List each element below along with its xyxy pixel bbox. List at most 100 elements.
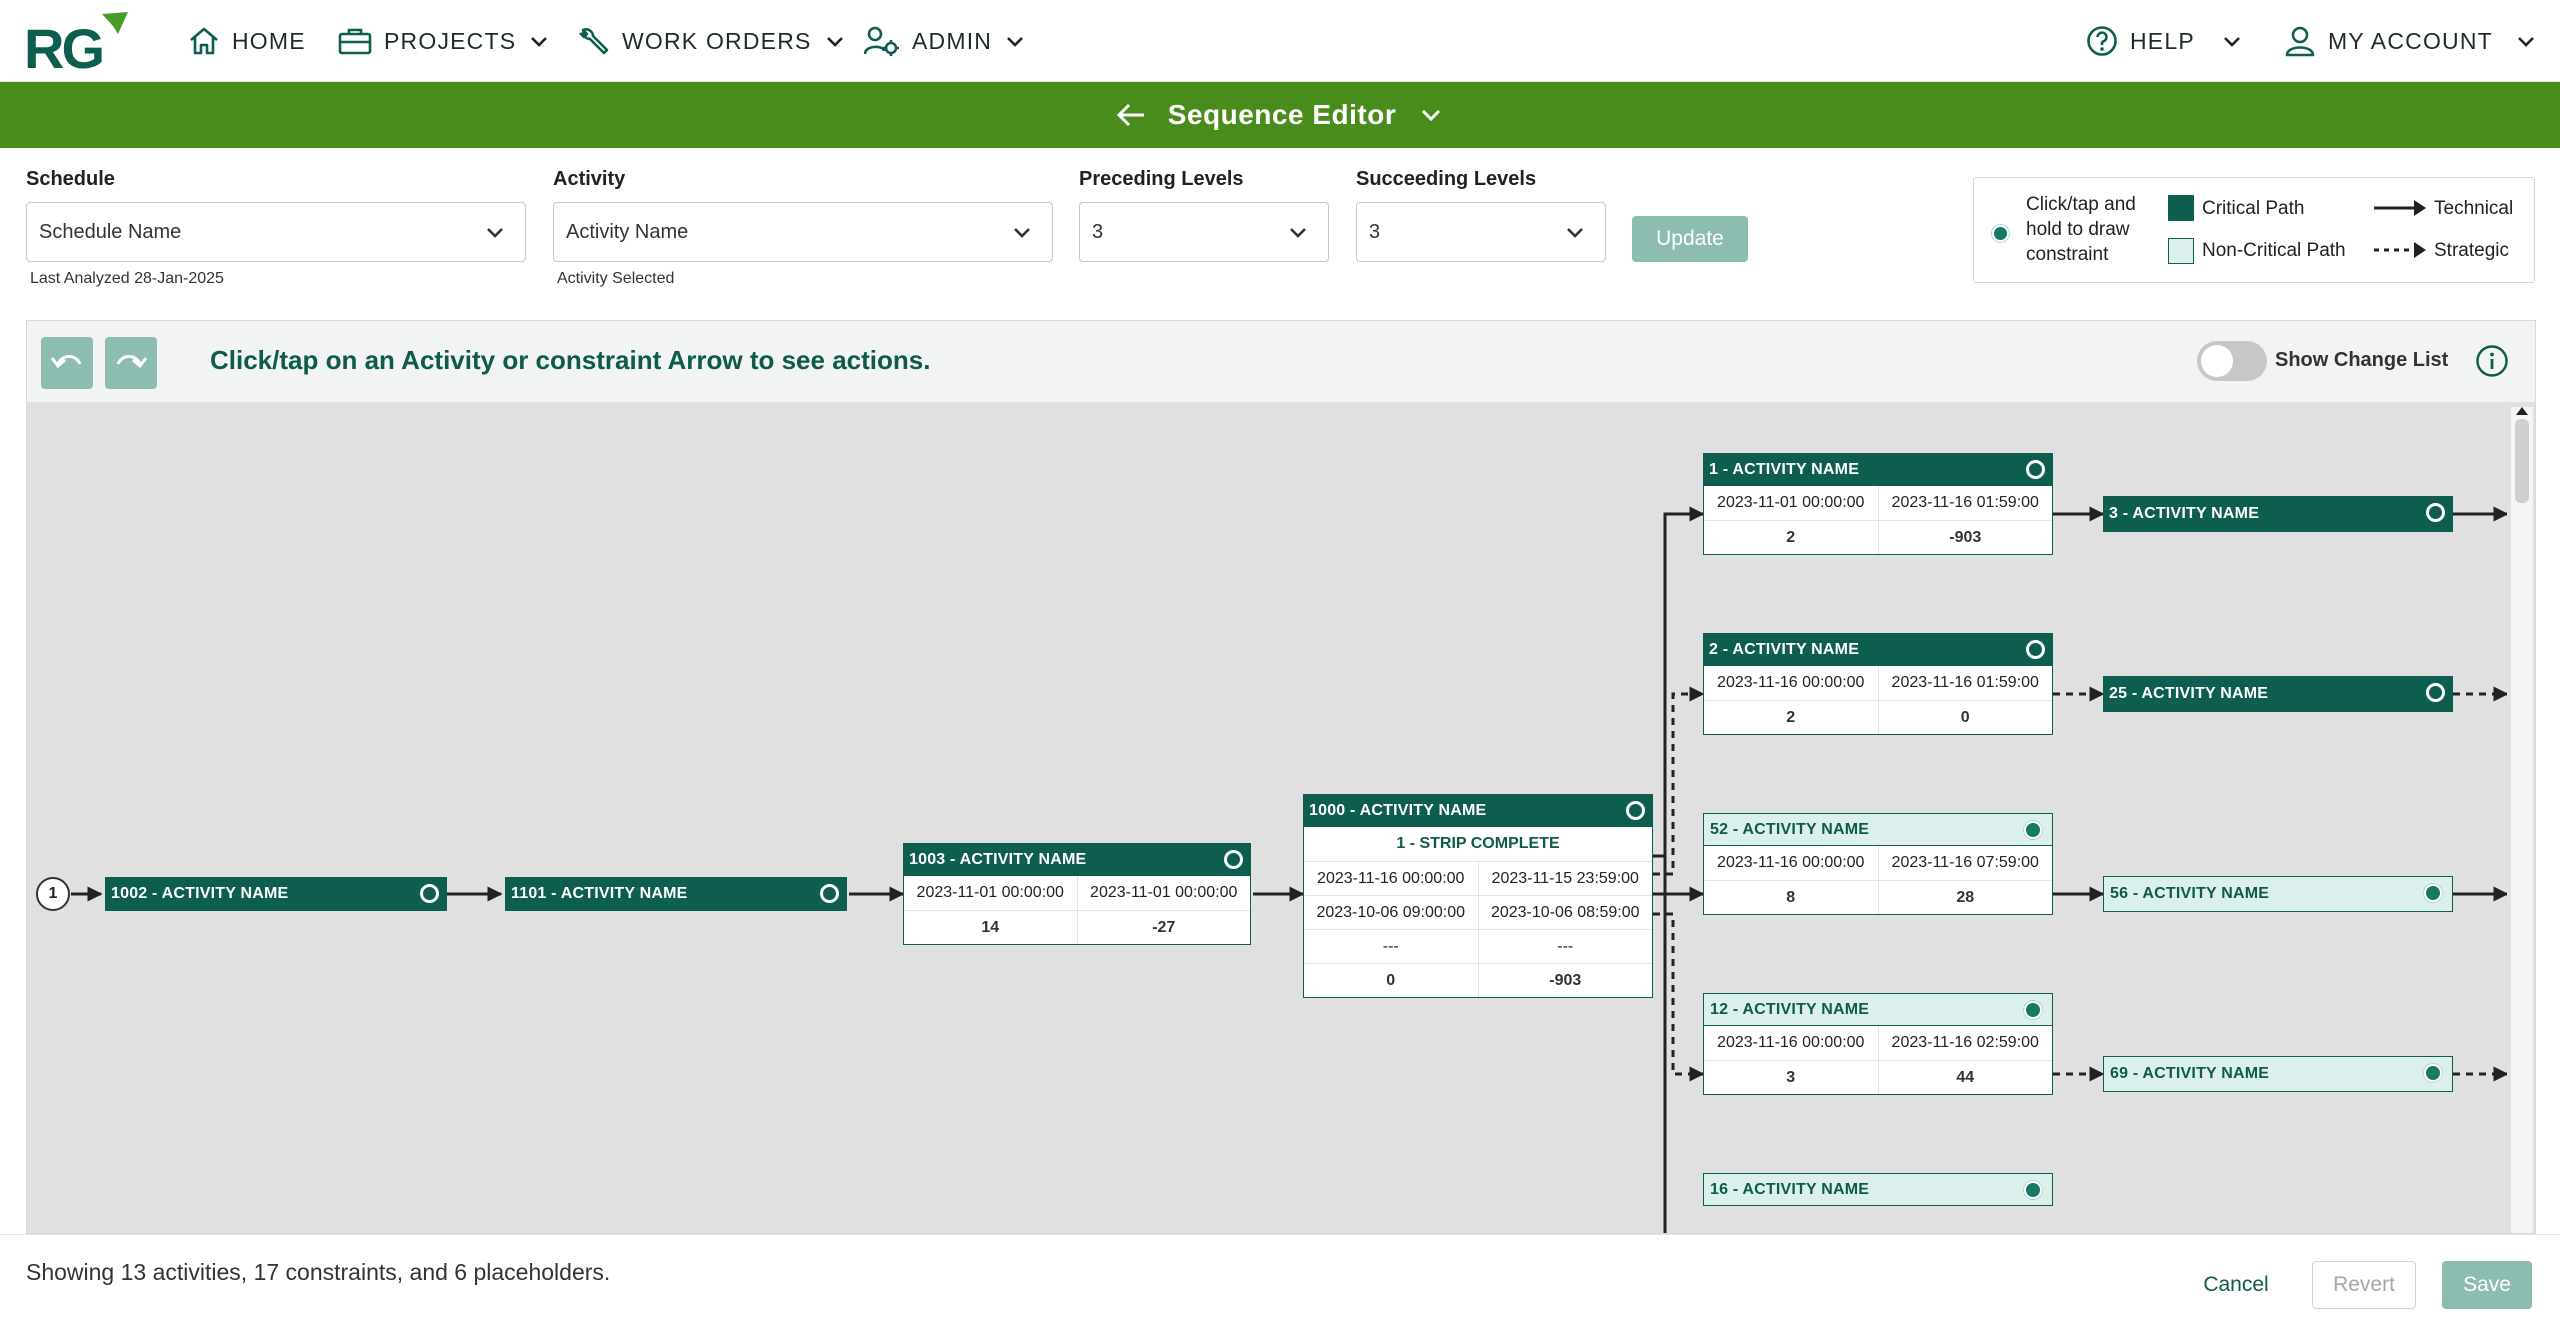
legend: Click/tap and hold to draw constraint Cr… [1973, 177, 2535, 283]
start-node[interactable]: 1 [36, 877, 70, 911]
activity-card[interactable]: 69 - ACTIVITY NAME [2103, 1056, 2453, 1092]
activity-card-header: 12 - ACTIVITY NAME [1703, 993, 2053, 1026]
activity-card[interactable]: 1003 - ACTIVITY NAME 2023-11-01 00:00:00… [903, 843, 1251, 945]
activity-card[interactable]: 25 - ACTIVITY NAME [2103, 676, 2453, 712]
draw-constraint-dot-icon [1994, 227, 2007, 240]
sequence-canvas[interactable]: Click/tap on an Activity or constraint A… [26, 320, 2536, 1234]
activity-finish-date: 2023-11-16 07:59:00 [1877, 846, 2053, 880]
activity-card[interactable]: 56 - ACTIVITY NAME [2103, 876, 2453, 912]
connector-ring-icon[interactable] [2026, 640, 2045, 659]
legend-critical-path: Critical Path [2202, 198, 2305, 219]
activity-finish-date: 2023-11-16 01:59:00 [1877, 666, 2053, 700]
activity-card-header: 69 - ACTIVITY NAME [2103, 1056, 2453, 1092]
activity-name: 3 - ACTIVITY NAME [2109, 505, 2260, 522]
activity-float: -903 [1477, 964, 1653, 997]
chevron-down-icon[interactable] [1418, 102, 1444, 128]
activity-float: -903 [1877, 521, 2053, 554]
footer: Showing 13 activities, 17 constraints, a… [0, 1234, 2560, 1336]
activity-card[interactable]: 3 - ACTIVITY NAME [2103, 496, 2453, 532]
preceding-levels-select[interactable]: 3 [1079, 202, 1329, 262]
graph-summary: Showing 13 activities, 17 constraints, a… [26, 1259, 611, 1285]
activity-card[interactable]: 1002 - ACTIVITY NAME [105, 877, 447, 913]
user-icon [2285, 26, 2315, 57]
connector-dot-icon[interactable] [2026, 1183, 2040, 1197]
activity-start-date: 2023-11-16 00:00:00 [1717, 674, 1865, 691]
activity-duration: 8 [1786, 888, 1796, 906]
connector-dot-icon[interactable] [2026, 823, 2040, 837]
nav-my-account[interactable]: MY ACCOUNT [2284, 0, 2537, 82]
connector-dot-icon[interactable] [2426, 886, 2440, 900]
activity-card-header: 3 - ACTIVITY NAME [2103, 496, 2453, 532]
svg-text:RG: RG [24, 17, 102, 74]
undo-icon [50, 355, 82, 369]
cancel-button[interactable]: Cancel [2178, 1261, 2294, 1309]
page-title: Sequence Editor [1167, 99, 1397, 130]
chevron-down-icon [531, 37, 548, 47]
connector-ring-icon[interactable] [820, 884, 839, 903]
critical-path-swatch [2168, 195, 2194, 221]
succeeding-levels-value: 3 [1369, 220, 1381, 243]
connector-ring-icon[interactable] [1626, 801, 1645, 820]
connector-ring-icon[interactable] [1224, 850, 1243, 869]
succeeding-levels-select[interactable]: 3 [1356, 202, 1606, 262]
activity-name: 16 - ACTIVITY NAME [1710, 1180, 1870, 1198]
activity-card[interactable]: 12 - ACTIVITY NAME 2023-11-16 00:00:00 20… [1703, 993, 2053, 1095]
activity-card[interactable]: 16 - ACTIVITY NAME [1703, 1173, 2053, 1206]
activity-float: 44 [1877, 1061, 2053, 1094]
schedule-select-value: Schedule Name [39, 220, 182, 243]
rg-logo[interactable]: RG [22, 8, 134, 74]
revert-button[interactable]: Revert [2312, 1261, 2416, 1309]
nav-work-orders[interactable]: WORK ORDERS [578, 0, 846, 82]
constraint-arrow[interactable] [1653, 506, 1705, 858]
activity-card-body: 1 - STRIP COMPLETE 2023-11-16 00:00:00 20… [1303, 827, 1653, 998]
nav-admin[interactable]: ADMIN [864, 0, 1026, 82]
nav-help[interactable]: HELP [2086, 0, 2243, 82]
show-change-list-toggle[interactable] [2197, 341, 2267, 381]
chevron-down-icon [2223, 37, 2240, 47]
activity-card[interactable]: 1101 - ACTIVITY NAME [505, 877, 847, 913]
activity-card-body: 2023-11-16 00:00:00 2023-11-16 07:59:00 8… [1703, 846, 2053, 915]
activity-card[interactable]: 52 - ACTIVITY NAME 2023-11-16 00:00:00 20… [1703, 813, 2053, 915]
connector-dot-icon[interactable] [2026, 1003, 2040, 1017]
update-button[interactable]: Update [1632, 216, 1748, 262]
connector-dot-icon[interactable] [2426, 1066, 2440, 1080]
help-icon [2087, 26, 2117, 56]
nav-home[interactable]: HOME [188, 0, 306, 82]
preceding-levels-label: Preceding Levels [1079, 168, 1244, 190]
activity-card-selected[interactable]: 1000 - ACTIVITY NAME 1 - STRIP COMPLETE … [1303, 794, 1653, 998]
activity-name: 2 - ACTIVITY NAME [1709, 640, 1860, 658]
activity-card-header: 25 - ACTIVITY NAME [2103, 676, 2453, 712]
connector-ring-icon[interactable] [2426, 683, 2445, 702]
connector-ring-icon[interactable] [2026, 460, 2045, 479]
nav-projects[interactable]: PROJECTS [338, 0, 550, 82]
back-arrow-icon[interactable] [1116, 101, 1146, 129]
legend-draw-hint: Click/tap and hold to draw constraint [2026, 194, 2136, 265]
non-critical-path-swatch [2168, 238, 2194, 264]
activity-card[interactable]: 1 - ACTIVITY NAME 2023-11-01 00:00:00 202… [1703, 453, 2053, 555]
succeeding-levels-label: Succeeding Levels [1356, 168, 1537, 190]
connector-ring-icon[interactable] [420, 884, 439, 903]
nav-my-account-label: MY ACCOUNT [2328, 27, 2493, 54]
activity-card[interactable]: 2 - ACTIVITY NAME 2023-11-16 00:00:00 202… [1703, 633, 2053, 735]
schedule-select[interactable]: Schedule Name [26, 202, 526, 262]
scroll-thumb[interactable] [2515, 419, 2529, 503]
strategic-constraint-arrow[interactable] [1653, 686, 1705, 876]
canvas-scrollbar[interactable] [2511, 407, 2533, 1233]
activity-finish-date: 2023-11-16 02:59:00 [1877, 1026, 2053, 1060]
scroll-up-arrow-icon[interactable] [2516, 407, 2528, 415]
save-button[interactable]: Save [2442, 1261, 2532, 1309]
activity-float: -27 [1076, 911, 1251, 944]
activity-name: 1000 - ACTIVITY NAME [1309, 801, 1487, 819]
sequence-graph: 1 1002 - ACTIVITY NAME 1101 - ACTIVITY N… [27, 404, 2507, 1233]
info-icon[interactable] [2475, 344, 2509, 378]
activity-placeholder: --- [1477, 930, 1653, 963]
redo-button[interactable] [105, 337, 157, 389]
strategic-constraint-arrow[interactable] [1653, 912, 1705, 1082]
activity-name: 69 - ACTIVITY NAME [2110, 1065, 2270, 1082]
connector-ring-icon[interactable] [2426, 503, 2445, 522]
nav-help-label: HELP [2130, 27, 2195, 54]
legend-technical: Technical [2434, 198, 2514, 219]
undo-button[interactable] [41, 337, 93, 389]
activity-select[interactable]: Activity Name [553, 202, 1053, 262]
activity-duration: 2 [1786, 528, 1796, 546]
